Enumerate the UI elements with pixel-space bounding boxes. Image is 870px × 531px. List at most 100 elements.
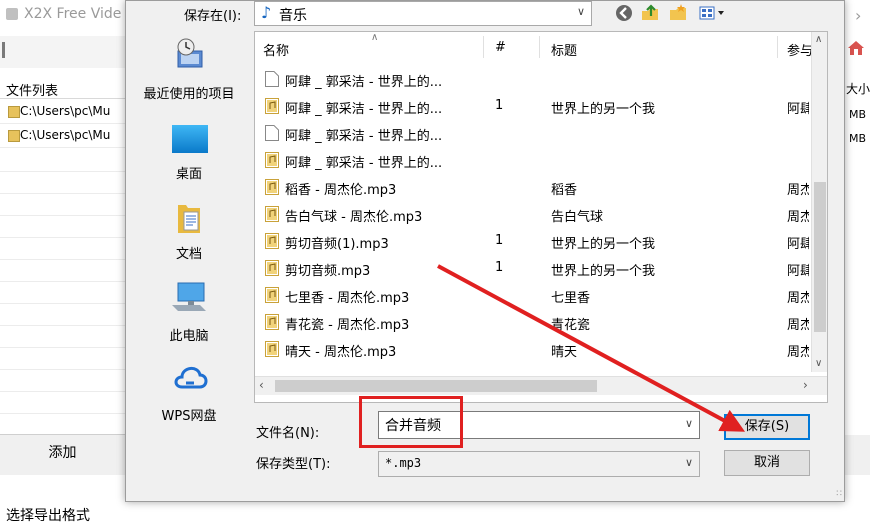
file-icon <box>8 130 20 142</box>
track-title: 稻香 <box>551 183 578 198</box>
filename-label: 文件名(N): <box>256 426 320 441</box>
track-artist: 周杰 <box>787 183 809 198</box>
save-in-dropdown[interactable]: ♪ 音乐 ∨ <box>254 1 592 26</box>
column-header-artist[interactable]: 参与 <box>787 40 811 59</box>
list-item[interactable]: 阿肆 _ 郭采洁 - 世界上的... <box>255 147 811 174</box>
list-item[interactable]: 七里香 - 周杰伦.mp3 七里香 周杰 <box>255 282 811 309</box>
app-logo-icon <box>6 8 18 20</box>
column-header-num[interactable]: # <box>495 40 506 55</box>
audio-file-icon <box>265 152 279 168</box>
audio-file-icon <box>265 341 279 357</box>
track-artist: 阿肆 <box>787 102 809 117</box>
list-item[interactable]: 阿肆 _ 郭采洁 - 世界上的... <box>255 66 811 93</box>
track-artist: 周杰 <box>787 210 809 225</box>
place-recent[interactable]: 最近使用的项目 <box>130 37 248 107</box>
file-name: 剪切音频.mp3 <box>285 264 371 279</box>
place-this-pc[interactable]: 此电脑 <box>130 281 248 344</box>
place-documents[interactable]: 文档 <box>130 201 248 262</box>
file-name: 阿肆 _ 郭采洁 - 世界上的... <box>285 129 443 144</box>
track-title: 七里香 <box>551 291 591 306</box>
audio-file-icon <box>265 314 279 330</box>
file-name: 青花瓷 - 周杰伦.mp3 <box>285 318 410 333</box>
list-item[interactable]: 剪切音频(1).mp3 1 世界上的另一个我 阿肆 <box>255 228 811 255</box>
audio-file-icon <box>265 179 279 195</box>
list-item[interactable]: 阿肆 _ 郭采洁 - 世界上的... <box>255 120 811 147</box>
save-in-label: 保存在(I): <box>184 9 242 24</box>
vertical-scrollbar[interactable]: ∧ ∨ <box>811 32 827 372</box>
home-icon[interactable] <box>847 40 865 56</box>
new-folder-icon[interactable] <box>668 3 688 23</box>
filetype-value: *.mp3 <box>385 456 422 470</box>
place-label: 此电脑 <box>169 329 209 344</box>
app-title: X2X Free Vide <box>24 6 122 22</box>
column-header-name[interactable]: 名称 <box>263 40 289 59</box>
filetype-dropdown[interactable]: *.mp3 ∨ <box>378 451 700 477</box>
list-item[interactable]: 告白气球 - 周杰伦.mp3 告白气球 周杰 <box>255 201 811 228</box>
track-artist: 周杰 <box>787 318 809 333</box>
chevron-down-icon[interactable]: ∨ <box>685 417 693 430</box>
track-number: 1 <box>495 98 504 113</box>
table-row[interactable]: C:\Users\pc\Mu <box>0 125 125 148</box>
chevron-down-icon: ∨ <box>576 5 585 18</box>
scroll-thumb[interactable] <box>275 380 597 392</box>
file-list-label: 文件列表 <box>6 84 59 99</box>
save-in-value: 音乐 <box>279 8 307 24</box>
view-menu-icon[interactable] <box>698 3 732 23</box>
close-icon[interactable]: › <box>855 6 861 25</box>
scroll-right-icon[interactable]: › <box>803 378 808 392</box>
size-value: MB <box>849 108 867 121</box>
track-title: 世界上的另一个我 <box>551 264 656 279</box>
chevron-down-icon: ∨ <box>684 456 693 469</box>
filetype-label: 保存类型(T): <box>256 457 331 472</box>
size-column: 大小 MB MB <box>843 30 870 435</box>
save-button[interactable]: 保存(S) <box>724 414 810 440</box>
places-bar: 最近使用的项目 桌面 文档 此电脑 WPS网盘 <box>130 31 248 431</box>
back-icon[interactable] <box>614 3 634 23</box>
place-label: 文档 <box>175 247 202 262</box>
place-label: 最近使用的项目 <box>143 87 235 102</box>
place-label: WPS网盘 <box>161 409 217 424</box>
blank-file-icon <box>265 71 279 87</box>
scroll-left-icon[interactable]: ‹ <box>259 378 264 392</box>
horizontal-scrollbar[interactable]: ‹ › <box>255 376 827 395</box>
highlight-box <box>359 396 463 448</box>
toolbar-button-icon[interactable] <box>2 42 15 58</box>
file-name: 晴天 - 周杰伦.mp3 <box>285 345 397 360</box>
audio-file-icon <box>265 233 279 249</box>
file-name: 稻香 - 周杰伦.mp3 <box>285 183 397 198</box>
list-item[interactable]: 阿肆 _ 郭采洁 - 世界上的... 1 世界上的另一个我 阿肆 <box>255 93 811 120</box>
file-name: 七里香 - 周杰伦.mp3 <box>285 291 410 306</box>
blank-file-icon <box>265 125 279 141</box>
list-item[interactable]: 稻香 - 周杰伦.mp3 稻香 周杰 <box>255 174 811 201</box>
music-note-icon: ♪ <box>261 3 272 22</box>
place-desktop[interactable]: 桌面 <box>130 121 248 182</box>
track-artist: 周杰 <box>787 291 809 306</box>
track-title: 告白气球 <box>551 210 604 225</box>
column-header-title[interactable]: 标题 <box>551 40 577 59</box>
wps-cloud-icon <box>174 367 208 389</box>
sort-up-icon: ∧ <box>371 32 379 43</box>
audio-file-icon <box>265 260 279 276</box>
file-list-view[interactable]: 名称 ∧ # 标题 参与 阿肆 _ 郭采洁 - 世界上的... 阿肆 _ 郭采洁 … <box>254 31 828 403</box>
cancel-button[interactable]: 取消 <box>724 450 810 476</box>
desktop-icon <box>172 125 208 153</box>
export-format-label: 选择导出格式 <box>6 508 90 524</box>
track-artist: 阿肆 <box>787 237 809 252</box>
file-list-table[interactable]: C:\Users\pc\Mu C:\Users\pc\Mu <box>0 98 125 431</box>
list-item[interactable]: 晴天 - 周杰伦.mp3 晴天 周杰 <box>255 336 811 363</box>
up-folder-icon[interactable] <box>640 3 660 23</box>
scroll-thumb[interactable] <box>814 182 826 332</box>
list-item[interactable]: 剪切音频.mp3 1 世界上的另一个我 阿肆 <box>255 255 811 282</box>
place-wps-cloud[interactable]: WPS网盘 <box>130 361 248 427</box>
audio-file-icon <box>265 287 279 303</box>
scroll-up-icon[interactable]: ∧ <box>815 34 822 45</box>
scroll-down-icon[interactable]: ∨ <box>815 358 822 369</box>
track-number: 1 <box>495 260 504 275</box>
file-name: 阿肆 _ 郭采洁 - 世界上的... <box>285 75 443 90</box>
file-name: 阿肆 _ 郭采洁 - 世界上的... <box>285 102 443 117</box>
add-button[interactable]: 添加 <box>0 435 125 471</box>
resize-grip-icon[interactable]: ∷ <box>836 489 842 499</box>
table-row[interactable]: C:\Users\pc\Mu <box>0 101 125 124</box>
list-item[interactable]: 青花瓷 - 周杰伦.mp3 青花瓷 周杰 <box>255 309 811 336</box>
track-number: 1 <box>495 233 504 248</box>
